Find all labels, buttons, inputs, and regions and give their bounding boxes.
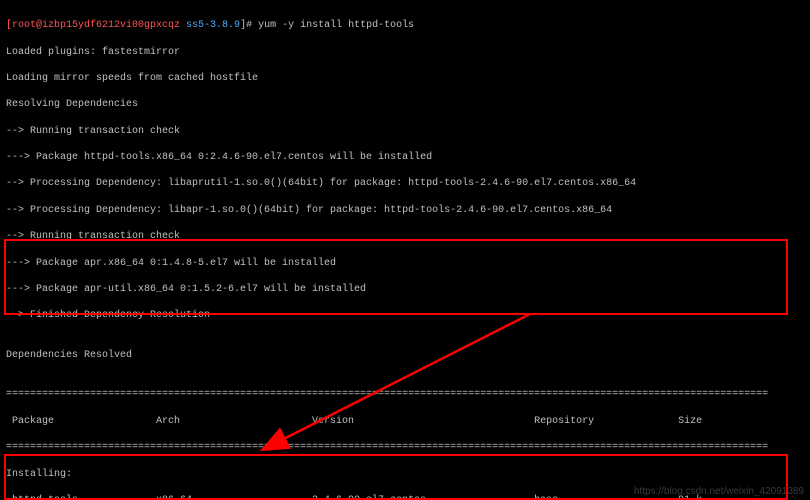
output-line: Loading mirror speeds from cached hostfi… [6, 72, 804, 85]
output-line: Loaded plugins: fastestmirror [6, 46, 804, 59]
terminal-output: [root@izbp15ydf6212vi00gpxcqz ss5-3.8.9]… [0, 0, 810, 500]
prompt-user-host: [root@izbp15ydf6212vi00gpxcqz [6, 20, 180, 31]
output-line: Resolving Dependencies [6, 98, 804, 111]
table-row: Installing: [6, 468, 804, 481]
rule-line: ========================================… [6, 441, 804, 454]
output-line: Dependencies Resolved [6, 349, 804, 362]
prompt-line: [root@izbp15ydf6212vi00gpxcqz ss5-3.8.9]… [6, 19, 804, 32]
output-line: ---> Package apr.x86_64 0:1.4.8-5.el7 wi… [6, 257, 804, 270]
prompt-symbol: ]# [240, 20, 252, 31]
output-line: ---> Package httpd-tools.x86_64 0:2.4.6-… [6, 151, 804, 164]
output-line: ---> Package apr-util.x86_64 0:1.5.2-6.e… [6, 283, 804, 296]
output-line: --> Processing Dependency: libaprutil-1.… [6, 177, 804, 190]
output-line: --> Running transaction check [6, 230, 804, 243]
table-header: Package Arch Version Repository Size [6, 415, 804, 428]
prompt-path: ss5-3.8.9 [186, 20, 240, 31]
output-line: --> Running transaction check [6, 125, 804, 138]
command-text: yum -y install httpd-tools [258, 20, 414, 31]
watermark-text: https://blog.csdn.net/weixin_42091389 [634, 485, 804, 498]
rule-line: ========================================… [6, 388, 804, 401]
output-line: --> Processing Dependency: libapr-1.so.0… [6, 204, 804, 217]
output-line: --> Finished Dependency Resolution [6, 309, 804, 322]
